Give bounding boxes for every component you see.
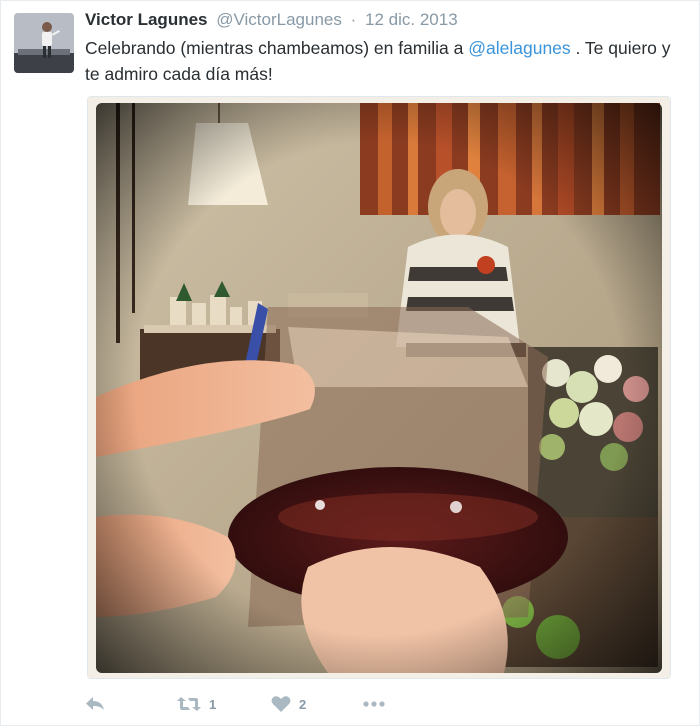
like-button[interactable]: 2 (271, 695, 363, 713)
retweet-count: 1 (209, 696, 217, 712)
more-icon (363, 701, 385, 707)
retweet-button[interactable]: 1 (177, 696, 271, 712)
tweet-card[interactable]: Victor Lagunes @VictorLagunes · 12 dic. … (0, 0, 700, 726)
avatar[interactable] (14, 13, 74, 73)
mention-link[interactable]: @alelagunes (468, 38, 570, 58)
retweet-icon (177, 696, 201, 712)
header-separator: · (350, 10, 357, 29)
like-count: 2 (299, 696, 307, 712)
reply-icon (85, 696, 105, 712)
author-fullname[interactable]: Victor Lagunes (85, 10, 208, 29)
tweet-actions: 1 2 (85, 691, 385, 717)
heart-icon (271, 695, 291, 713)
more-button[interactable] (363, 701, 385, 707)
tweet-photo[interactable] (87, 96, 671, 679)
tweet-text-before: Celebrando (mientras chambeamos) en fami… (85, 38, 469, 58)
reply-button[interactable] (85, 696, 177, 712)
tweet-timestamp[interactable]: 12 dic. 2013 (365, 10, 458, 29)
tweet-header: Victor Lagunes @VictorLagunes · 12 dic. … (85, 9, 458, 31)
tweet-text: Celebrando (mientras chambeamos) en fami… (85, 35, 685, 87)
author-username[interactable]: @VictorLagunes (216, 10, 342, 29)
